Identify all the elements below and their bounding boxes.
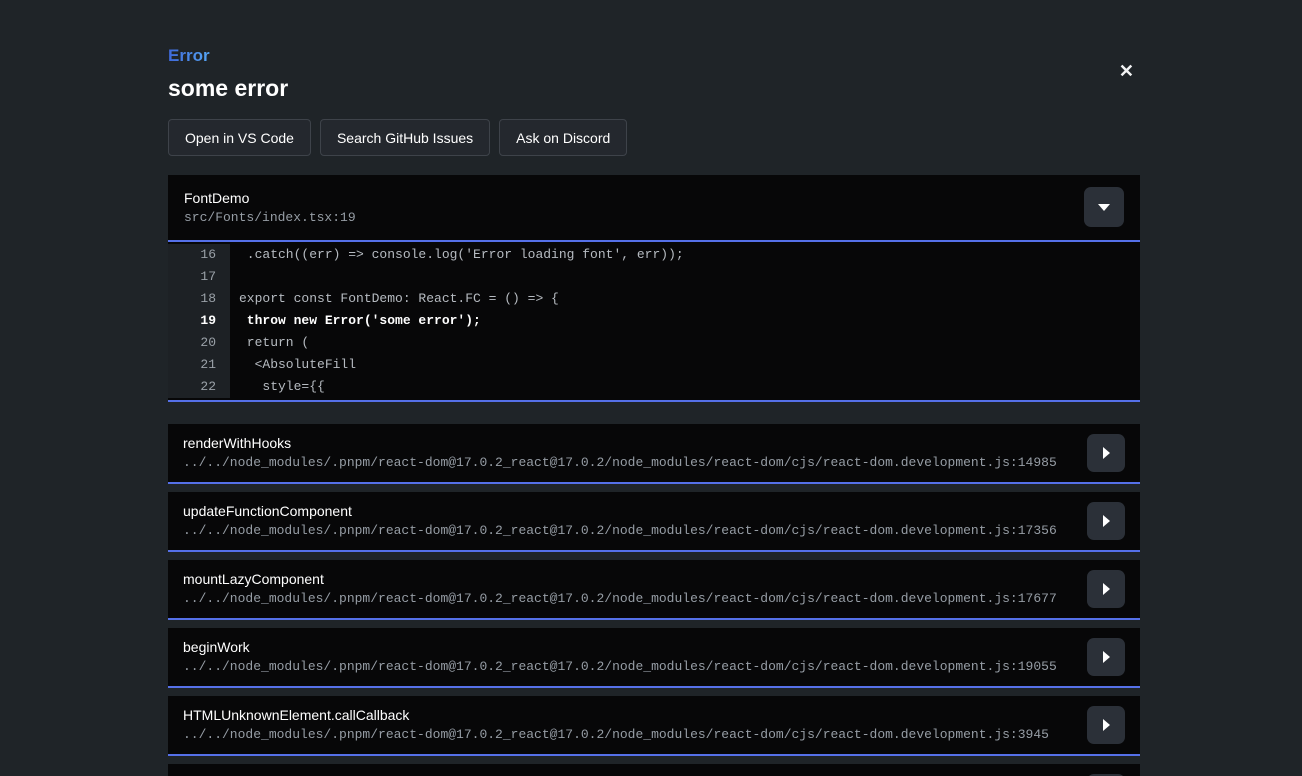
error-message: some error xyxy=(168,75,1140,102)
code-frame-function-name: FontDemo xyxy=(184,190,356,206)
stack-frame-function-name: beginWork xyxy=(183,639,1070,655)
stack-frame-card: updateFunctionComponent ../../node_modul… xyxy=(168,492,1140,552)
stack-frame-card: mountLazyComponent ../../node_modules/.p… xyxy=(168,560,1140,620)
code-line: 18 export const FontDemo: React.FC = () … xyxy=(168,288,1140,310)
stack-frames-list: renderWithHooks ../../node_modules/.pnpm… xyxy=(168,424,1140,756)
expand-stack-frame-button[interactable] xyxy=(1087,638,1125,676)
stack-frame-location: ../../node_modules/.pnpm/react-dom@17.0.… xyxy=(183,727,1070,742)
stack-frame-function-name: mountLazyComponent xyxy=(183,571,1070,587)
code-line-number: 22 xyxy=(168,376,230,398)
stack-frame-function-name: updateFunctionComponent xyxy=(183,503,1070,519)
search-github-issues-button[interactable]: Search GitHub Issues xyxy=(320,119,490,156)
collapse-code-frame-button[interactable] xyxy=(1084,187,1124,227)
code-frame-location: src/Fonts/index.tsx:19 xyxy=(184,210,356,225)
stack-frame-card: renderWithHooks ../../node_modules/.pnpm… xyxy=(168,424,1140,484)
code-line-number: 17 xyxy=(168,266,230,288)
expand-stack-frame-button[interactable] xyxy=(1087,570,1125,608)
code-line: 22 style={{ xyxy=(168,376,1140,398)
action-buttons-row: Open in VS Code Search GitHub Issues Ask… xyxy=(168,119,1140,156)
stack-frame-text: mountLazyComponent ../../node_modules/.p… xyxy=(183,571,1070,606)
stack-frame-location: ../../node_modules/.pnpm/react-dom@17.0.… xyxy=(183,455,1070,470)
stack-frame-card: beginWork ../../node_modules/.pnpm/react… xyxy=(168,628,1140,688)
code-line-number: 20 xyxy=(168,332,230,354)
code-line-number: 19 xyxy=(168,310,230,332)
code-line-text: <AbsoluteFill xyxy=(230,354,356,376)
stack-frame-location: ../../node_modules/.pnpm/react-dom@17.0.… xyxy=(183,523,1070,538)
code-line: 17 xyxy=(168,266,1140,288)
code-line-text xyxy=(230,266,239,288)
code-line-text: .catch((err) => console.log('Error loadi… xyxy=(230,244,684,266)
error-kind-label: Error xyxy=(168,46,210,66)
code-line-number: 16 xyxy=(168,244,230,266)
stack-frame-text: updateFunctionComponent ../../node_modul… xyxy=(183,503,1070,538)
stack-frame-function-name: HTMLUnknownElement.callCallback xyxy=(183,707,1070,723)
stack-frame-location: ../../node_modules/.pnpm/react-dom@17.0.… xyxy=(183,659,1070,674)
code-line-text: return ( xyxy=(230,332,309,354)
code-line: 16 .catch((err) => console.log('Error lo… xyxy=(168,244,1140,266)
expand-stack-frame-button[interactable] xyxy=(1087,706,1125,744)
open-in-vs-code-button[interactable]: Open in VS Code xyxy=(168,119,311,156)
error-overlay: ✕ Error some error Open in VS Code Searc… xyxy=(0,0,1302,776)
play-icon xyxy=(1103,719,1110,731)
code-line-text: throw new Error('some error'); xyxy=(230,310,481,332)
stack-frame-card-partial xyxy=(168,764,1140,776)
play-icon xyxy=(1103,583,1110,595)
ask-on-discord-button[interactable]: Ask on Discord xyxy=(499,119,627,156)
stack-frame-location: ../../node_modules/.pnpm/react-dom@17.0.… xyxy=(183,591,1070,606)
play-icon xyxy=(1103,515,1110,527)
stack-frame-function-name: renderWithHooks xyxy=(183,435,1070,451)
overlay-content: Error some error Open in VS Code Search … xyxy=(168,0,1140,776)
code-lines: 16 .catch((err) => console.log('Error lo… xyxy=(168,242,1140,400)
code-line-number: 18 xyxy=(168,288,230,310)
stack-frame-card: HTMLUnknownElement.callCallback ../../no… xyxy=(168,696,1140,756)
code-frame-card: FontDemo src/Fonts/index.tsx:19 16 .catc… xyxy=(168,175,1140,402)
code-line: 20 return ( xyxy=(168,332,1140,354)
code-frame-header-text: FontDemo src/Fonts/index.tsx:19 xyxy=(184,190,356,225)
code-line-text: export const FontDemo: React.FC = () => … xyxy=(230,288,559,310)
code-line-text: style={{ xyxy=(230,376,325,398)
chevron-down-icon xyxy=(1098,204,1110,211)
expand-stack-frame-button[interactable] xyxy=(1087,434,1125,472)
play-icon xyxy=(1103,447,1110,459)
code-line-number: 21 xyxy=(168,354,230,376)
code-frame-header: FontDemo src/Fonts/index.tsx:19 xyxy=(168,175,1140,242)
stack-frame-text: beginWork ../../node_modules/.pnpm/react… xyxy=(183,639,1070,674)
code-line: 19 throw new Error('some error'); xyxy=(168,310,1140,332)
expand-stack-frame-button[interactable] xyxy=(1087,502,1125,540)
code-line: 21 <AbsoluteFill xyxy=(168,354,1140,376)
stack-frame-text: HTMLUnknownElement.callCallback ../../no… xyxy=(183,707,1070,742)
stack-frame-text: renderWithHooks ../../node_modules/.pnpm… xyxy=(183,435,1070,470)
play-icon xyxy=(1103,651,1110,663)
